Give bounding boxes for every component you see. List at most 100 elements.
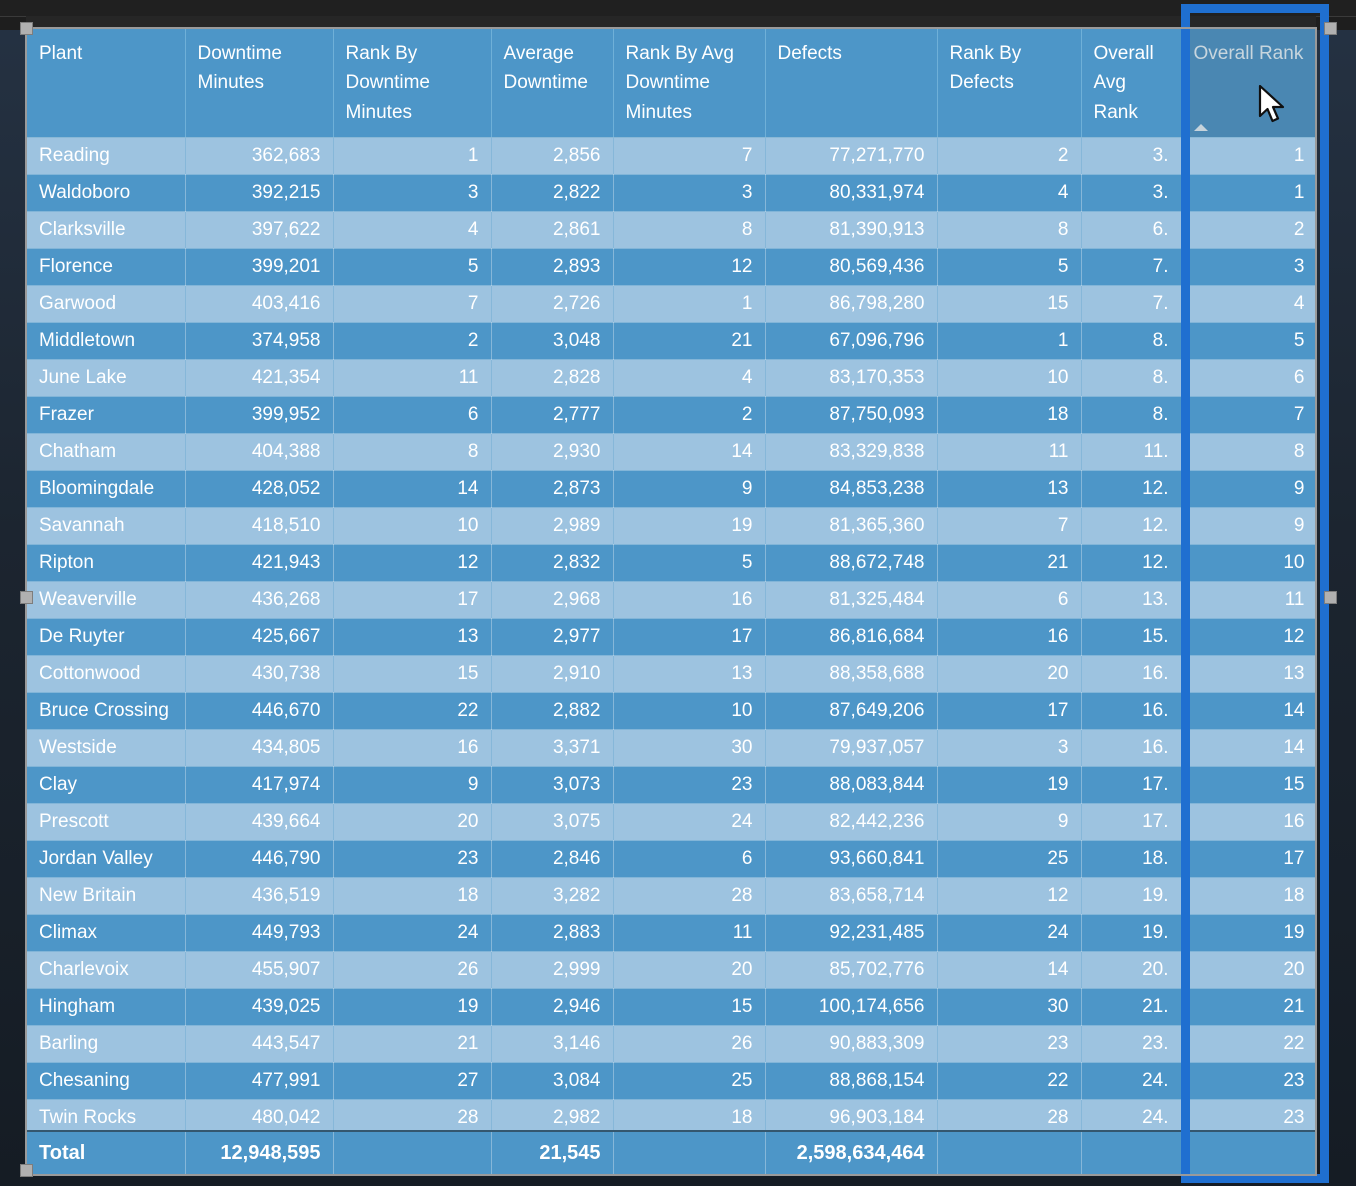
cell-value[interactable]: 2,828 xyxy=(491,359,614,398)
cell-value[interactable]: 9 xyxy=(937,803,1082,842)
cell-value[interactable]: 3,073 xyxy=(491,766,614,805)
cell-value[interactable]: 11 xyxy=(1181,581,1315,620)
cell-value[interactable]: 399,952 xyxy=(185,396,334,435)
table-row[interactable]: June Lake 421,354 11 2,828 4 83,170,353 10 8. 6 xyxy=(27,359,1315,398)
cell-value[interactable]: 17. xyxy=(1081,766,1182,805)
cell-value[interactable]: 399,201 xyxy=(185,248,334,287)
table-row[interactable]: Florence 399,201 5 2,893 12 80,569,436 5 7. 3 xyxy=(27,248,1315,287)
cell-value[interactable]: 1 xyxy=(1181,174,1315,213)
cell-value[interactable]: 8 xyxy=(613,211,766,250)
cell-value[interactable]: 362,683 xyxy=(185,137,334,176)
cell-value[interactable]: 19 xyxy=(1181,914,1315,953)
cell-value[interactable]: 80,569,436 xyxy=(765,248,938,287)
cell-value[interactable]: 26 xyxy=(333,951,492,990)
cell-value[interactable]: 12. xyxy=(1081,507,1182,546)
cell-value[interactable]: 16 xyxy=(1181,803,1315,842)
cell-value[interactable]: 24 xyxy=(937,914,1082,953)
cell-value[interactable]: 19 xyxy=(613,507,766,546)
cell-value[interactable]: 16. xyxy=(1081,692,1182,731)
column-header-plant[interactable]: Plant xyxy=(27,29,186,139)
table-row[interactable]: Clarksville 397,622 4 2,861 8 81,390,913 8 6. 2 xyxy=(27,211,1315,250)
table-row[interactable]: Hingham 439,025 19 2,946 15 100,174,656 30 21. 2… xyxy=(27,988,1315,1027)
cell-value[interactable]: 3 xyxy=(333,174,492,213)
cell-plant[interactable]: Prescott xyxy=(27,803,186,842)
cell-value[interactable]: 2,873 xyxy=(491,470,614,509)
cell-plant[interactable]: Chesaning xyxy=(27,1062,186,1101)
cell-value[interactable]: 3. xyxy=(1081,137,1182,176)
cell-plant[interactable]: De Ruyter xyxy=(27,618,186,657)
cell-value[interactable]: 15. xyxy=(1081,618,1182,657)
cell-value[interactable]: 15 xyxy=(333,655,492,694)
cell-value[interactable]: 14 xyxy=(1181,692,1315,731)
cell-value[interactable]: 2,977 xyxy=(491,618,614,657)
cell-value[interactable]: 2,893 xyxy=(491,248,614,287)
cell-value[interactable]: 5 xyxy=(1181,322,1315,361)
cell-value[interactable]: 27 xyxy=(333,1062,492,1101)
cell-value[interactable]: 85,702,776 xyxy=(765,951,938,990)
cell-value[interactable]: 2,861 xyxy=(491,211,614,250)
cell-value[interactable]: 16 xyxy=(613,581,766,620)
table-row[interactable]: Clay 417,974 9 3,073 23 88,083,844 19 17. 15 xyxy=(27,766,1315,805)
cell-value[interactable]: 2,777 xyxy=(491,396,614,435)
cell-value[interactable]: 14 xyxy=(333,470,492,509)
cell-value[interactable]: 1 xyxy=(613,285,766,324)
cell-value[interactable]: 12 xyxy=(613,248,766,287)
cell-value[interactable]: 443,547 xyxy=(185,1025,334,1064)
cell-value[interactable]: 6. xyxy=(1081,211,1182,250)
cell-value[interactable]: 11 xyxy=(613,914,766,953)
table-row[interactable]: Bruce Crossing 446,670 22 2,882 10 87,649,206… xyxy=(27,692,1315,731)
table-row[interactable]: Weaverville 436,268 17 2,968 16 81,325,484 6 13… xyxy=(27,581,1315,620)
table-row[interactable]: Barling 443,547 21 3,146 26 90,883,309 23 23. 22 xyxy=(27,1025,1315,1064)
cell-value[interactable]: 21 xyxy=(1181,988,1315,1027)
cell-value[interactable]: 10 xyxy=(937,359,1082,398)
cell-value[interactable]: 11 xyxy=(333,359,492,398)
cell-value[interactable]: 24. xyxy=(1081,1062,1182,1101)
cell-value[interactable]: 12 xyxy=(937,877,1082,916)
cell-value[interactable]: 83,658,714 xyxy=(765,877,938,916)
cell-value[interactable]: 3,048 xyxy=(491,322,614,361)
cell-value[interactable]: 18. xyxy=(1081,840,1182,879)
cell-value[interactable]: 404,388 xyxy=(185,433,334,472)
cell-value[interactable]: 5 xyxy=(613,544,766,583)
column-header-defects[interactable]: Defects xyxy=(765,29,938,139)
table-visual[interactable]: Plant Downtime Minutes Rank By Downtime … xyxy=(26,28,1316,1175)
table-row[interactable]: Chesaning 477,991 27 3,084 25 88,868,154 22 24.… xyxy=(27,1062,1315,1101)
column-header-downtime-minutes[interactable]: Downtime Minutes xyxy=(185,29,334,139)
cell-value[interactable]: 3,146 xyxy=(491,1025,614,1064)
cell-value[interactable]: 16 xyxy=(333,729,492,768)
cell-value[interactable]: 403,416 xyxy=(185,285,334,324)
column-header-average-downtime[interactable]: Average Downtime xyxy=(491,29,614,139)
cell-value[interactable]: 23 xyxy=(1181,1062,1315,1101)
resize-handle-top-right[interactable] xyxy=(1324,22,1337,35)
cell-value[interactable]: 9 xyxy=(1181,470,1315,509)
cell-value[interactable]: 417,974 xyxy=(185,766,334,805)
cell-value[interactable]: 22 xyxy=(1181,1025,1315,1064)
cell-value[interactable]: 28 xyxy=(613,877,766,916)
cell-value[interactable]: 2,910 xyxy=(491,655,614,694)
cell-value[interactable]: 30 xyxy=(613,729,766,768)
cell-value[interactable]: 7 xyxy=(613,137,766,176)
cell-value[interactable]: 79,937,057 xyxy=(765,729,938,768)
cell-value[interactable]: 2,882 xyxy=(491,692,614,731)
cell-plant[interactable]: Clay xyxy=(27,766,186,805)
cell-plant[interactable]: Charlevoix xyxy=(27,951,186,990)
cell-plant[interactable]: Climax xyxy=(27,914,186,953)
cell-value[interactable]: 92,231,485 xyxy=(765,914,938,953)
table-row[interactable]: Ripton 421,943 12 2,832 5 88,672,748 21 12. 10 xyxy=(27,544,1315,583)
cell-plant[interactable]: Westside xyxy=(27,729,186,768)
cell-value[interactable]: 6 xyxy=(1181,359,1315,398)
cell-value[interactable]: 16 xyxy=(937,618,1082,657)
cell-value[interactable]: 436,519 xyxy=(185,877,334,916)
cell-value[interactable]: 81,365,360 xyxy=(765,507,938,546)
cell-value[interactable]: 2,846 xyxy=(491,840,614,879)
cell-value[interactable]: 2,822 xyxy=(491,174,614,213)
cell-value[interactable]: 439,025 xyxy=(185,988,334,1027)
cell-value[interactable]: 23 xyxy=(333,840,492,879)
cell-value[interactable]: 88,868,154 xyxy=(765,1062,938,1101)
cell-value[interactable]: 13 xyxy=(937,470,1082,509)
cell-value[interactable]: 13. xyxy=(1081,581,1182,620)
cell-value[interactable]: 93,660,841 xyxy=(765,840,938,879)
cell-value[interactable]: 83,329,838 xyxy=(765,433,938,472)
cell-value[interactable]: 22 xyxy=(937,1062,1082,1101)
cell-plant[interactable]: Jordan Valley xyxy=(27,840,186,879)
